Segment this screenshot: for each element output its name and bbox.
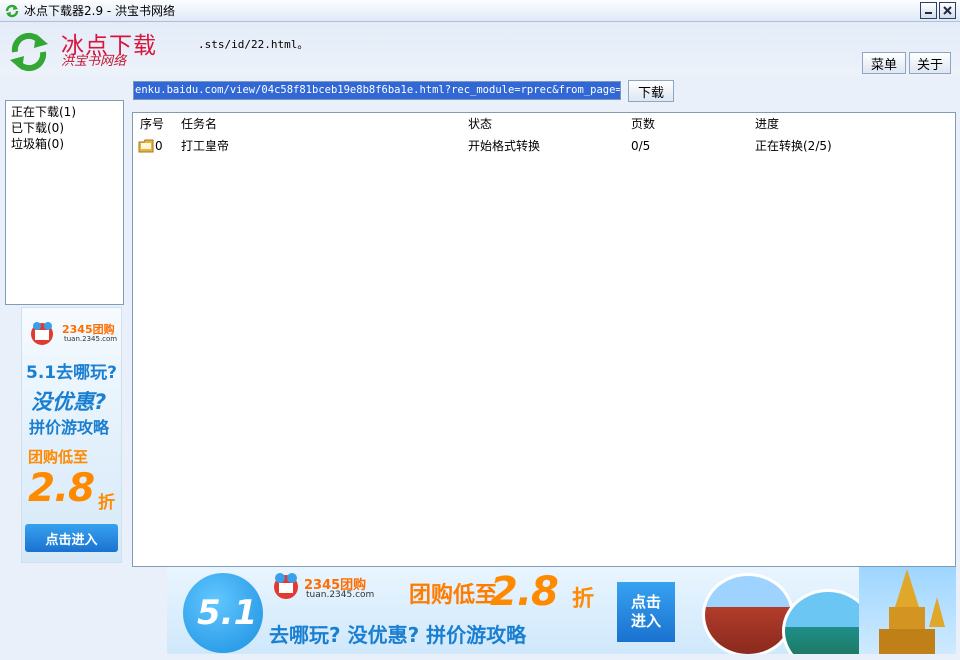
minimize-button[interactable]: [920, 2, 937, 19]
close-button[interactable]: [939, 2, 956, 19]
task-pages: 0/5: [631, 139, 651, 153]
column-header-index[interactable]: 序号: [140, 113, 164, 135]
banner-slogan: 去哪玩? 没优惠? 拼价游攻略: [269, 623, 527, 647]
sidebar: 正在下载(1) 已下载(0) 垃圾箱(0): [5, 100, 124, 305]
sidebar-item-downloading[interactable]: 正在下载(1): [11, 105, 76, 120]
logo-refresh-icon: [10, 32, 48, 72]
menu-button[interactable]: 菜单: [862, 52, 906, 74]
task-table: 序号 任务名 状态 页数 进度 0 打工皇帝 开始格式转换 0/5 正在转换(2…: [132, 112, 956, 567]
temple-icon: [879, 569, 945, 654]
column-header-progress[interactable]: 进度: [755, 113, 779, 135]
close-icon: [943, 6, 952, 15]
temple-photo: [859, 567, 956, 654]
bottom-ad-banner[interactable]: 5.1 2345团购 tuan.2345.com 团购低至 2.8 折 去哪玩?…: [167, 567, 956, 654]
tuan-logo-icon: [274, 573, 298, 599]
status-url-text: .sts/id/22.html。: [198, 38, 309, 51]
ad-price: 2.8: [28, 466, 95, 511]
title-bar[interactable]: 冰点下载器2.9 - 洪宝书网络: [0, 0, 960, 22]
table-header: 序号 任务名 状态 页数 进度: [133, 113, 955, 135]
task-name: 打工皇帝: [181, 139, 230, 153]
app-refresh-icon: [5, 4, 19, 18]
left-ad-banner[interactable]: 2345团购 tuan.2345.com 5.1去哪玩? 没优惠? 拼价游攻略 …: [21, 307, 122, 563]
ad-line-1: 5.1去哪玩?: [26, 363, 117, 383]
download-button[interactable]: 下载: [628, 80, 674, 102]
url-input-text: enku.baidu.com/view/04c58f81bceb19e8b8f6…: [134, 82, 620, 99]
task-progress: 正在转换(2/5): [755, 139, 832, 153]
banner-deal-text: 团购低至: [409, 583, 498, 608]
folder-icon: [138, 139, 154, 153]
banner-badge-text: 5.1: [197, 593, 258, 633]
banner-price: 2.8: [490, 569, 559, 615]
ad-line-3: 拼价游攻略: [29, 418, 110, 437]
brand-subtitle: 洪宝书网络: [61, 54, 127, 69]
sidebar-item-downloaded[interactable]: 已下载(0): [11, 121, 64, 136]
sidebar-item-trash[interactable]: 垃圾箱(0): [11, 137, 64, 152]
table-row[interactable]: 0 打工皇帝 开始格式转换 0/5 正在转换(2/5): [133, 136, 955, 156]
minimize-icon: [925, 12, 932, 14]
url-input[interactable]: enku.baidu.com/view/04c58f81bceb19e8b8f6…: [133, 81, 621, 100]
about-button[interactable]: 关于: [909, 52, 951, 74]
banner-enter-line-2: 进入: [630, 612, 661, 630]
task-status: 开始格式转换: [468, 139, 541, 153]
window-title: 冰点下载器2.9 - 洪宝书网络: [24, 4, 176, 18]
ad-brand-url: tuan.2345.com: [64, 335, 118, 343]
banner-brand-url: tuan.2345.com: [306, 590, 375, 600]
ad-price-unit: 折: [98, 493, 115, 513]
palace-photo: [702, 573, 794, 654]
ad-enter-button[interactable]: 点击进入: [25, 524, 118, 552]
task-index: 0: [155, 139, 163, 153]
banner-price-unit: 折: [572, 587, 595, 612]
ad-line-4: 团购低至: [28, 448, 89, 466]
ad-line-2: 没优惠?: [31, 390, 107, 414]
column-header-name[interactable]: 任务名: [181, 113, 217, 135]
column-header-status[interactable]: 状态: [468, 113, 492, 135]
banner-enter-button[interactable]: 点击 进入: [617, 582, 675, 642]
column-header-pages[interactable]: 页数: [631, 113, 655, 135]
banner-enter-line-1: 点击: [630, 593, 661, 611]
